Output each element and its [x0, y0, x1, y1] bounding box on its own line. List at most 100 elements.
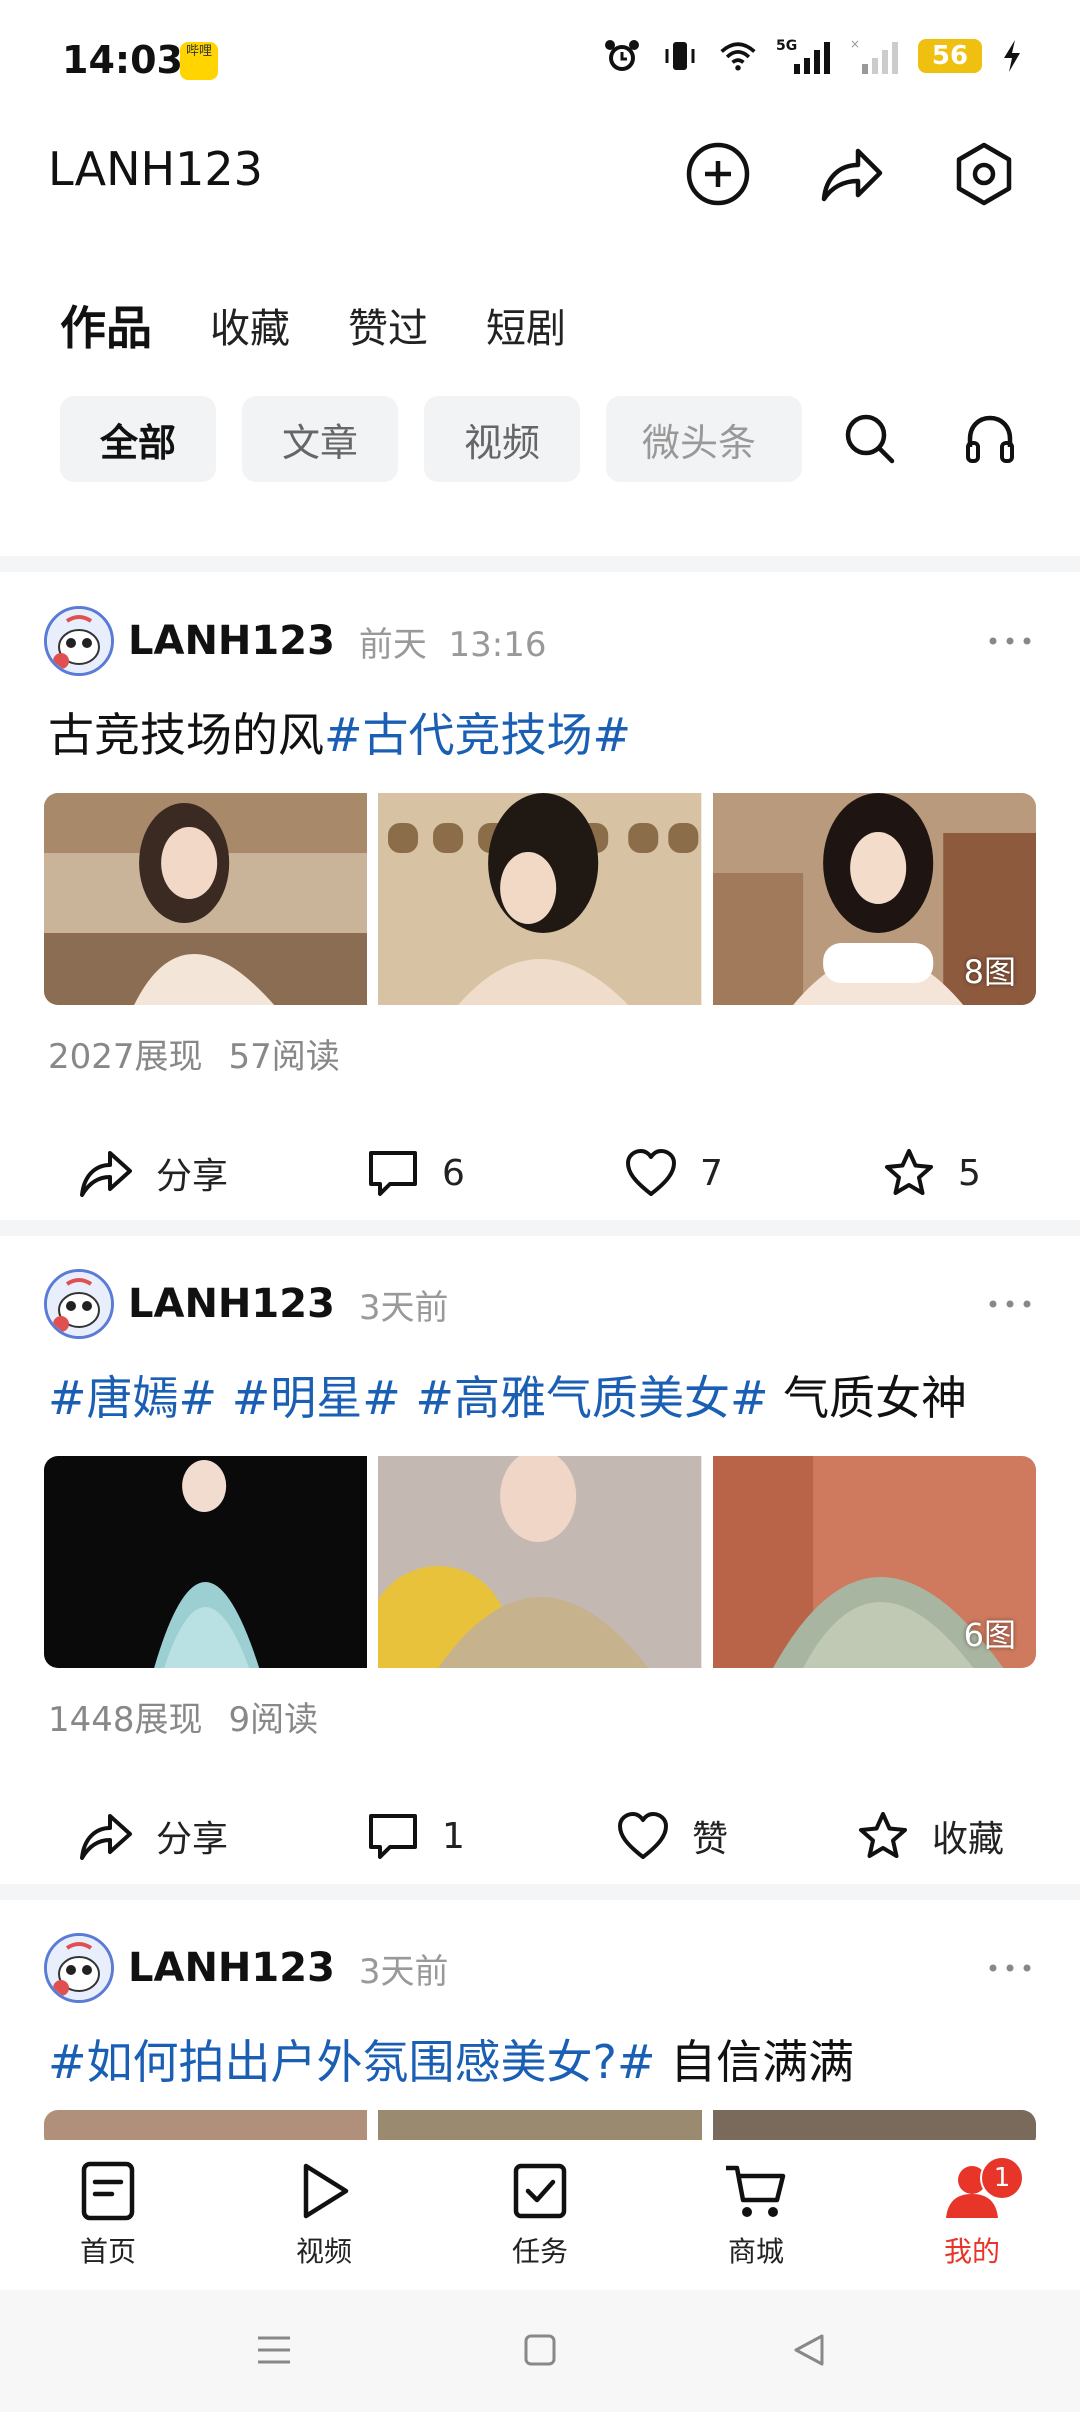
notification-badge: 1 — [980, 2156, 1024, 2200]
post-image[interactable] — [44, 793, 368, 1005]
status-icons: 5G × 56 — [602, 36, 1024, 76]
search-button[interactable] — [840, 409, 900, 469]
alarm-icon — [602, 36, 642, 76]
star-icon — [885, 1149, 933, 1195]
section-divider — [0, 1884, 1080, 1900]
share-button[interactable]: 分享 — [78, 1786, 228, 1886]
post-card[interactable]: LANH123 3天前 #唐嫣# #明星# #高雅气质美女# 气质女神 6图 1… — [0, 1266, 1080, 1886]
add-button[interactable] — [682, 138, 754, 210]
post-header: LANH123 3天前 — [44, 1930, 449, 2006]
content-tabs: 作品 收藏 赞过 短剧 — [0, 280, 1080, 370]
nav-home[interactable]: 首页 — [38, 2160, 178, 2270]
post-image[interactable] — [378, 2110, 702, 2140]
post-image[interactable]: 6图 — [712, 1456, 1036, 1668]
share-arrow-icon — [80, 1814, 132, 1860]
post-image[interactable]: 8图 — [712, 793, 1036, 1005]
more-button[interactable] — [980, 1284, 1040, 1324]
listen-button[interactable] — [960, 409, 1020, 469]
tab-liked[interactable]: 赞过 — [348, 296, 428, 354]
favorite-button[interactable]: 收藏 — [856, 1786, 1004, 1886]
post-image[interactable] — [378, 1456, 702, 1668]
share-arrow-icon — [821, 148, 883, 202]
more-button[interactable] — [980, 621, 1040, 661]
post-header: LANH123 前天 13:16 — [44, 603, 547, 679]
post-username[interactable]: LANH123 — [128, 1281, 335, 1327]
filter-articles[interactable]: 文章 — [242, 396, 398, 482]
nav-profile[interactable]: 1 我的 — [902, 2156, 1042, 2270]
section-divider — [0, 556, 1080, 572]
section-divider — [0, 1220, 1080, 1236]
more-dots-icon — [989, 1964, 1031, 1972]
image-count: 8图 — [963, 953, 1016, 991]
post-image[interactable] — [44, 1456, 368, 1668]
favorite-button[interactable]: 5 — [882, 1123, 981, 1223]
post-image-grid — [44, 2110, 1036, 2140]
more-dots-icon — [989, 1300, 1031, 1308]
tab-short-drama[interactable]: 短剧 — [486, 296, 566, 354]
post-card[interactable]: LANH123 3天前 #如何拍出户外氛围感美女?# 自信满满 — [0, 1930, 1080, 2140]
back-triangle-icon — [794, 2334, 824, 2366]
more-button[interactable] — [980, 1948, 1040, 1988]
post-actions: 分享 6 7 5 — [0, 1123, 1080, 1223]
battery-indicator: 56 — [918, 39, 982, 73]
headphones-icon — [966, 415, 1014, 463]
recent-apps-button[interactable] — [244, 2320, 304, 2380]
heart-icon — [626, 1149, 676, 1196]
menu-icon — [258, 2336, 290, 2364]
nav-tasks[interactable]: 任务 — [470, 2160, 610, 2270]
image-count: 6图 — [963, 1616, 1016, 1654]
post-image[interactable] — [712, 2110, 1036, 2140]
svg-text:5G: 5G — [776, 38, 797, 54]
post-username[interactable]: LANH123 — [128, 1945, 335, 1991]
settings-hexagon-icon — [956, 142, 1012, 206]
post-stats: 1448展现 9阅读 — [48, 1700, 319, 1740]
avatar[interactable] — [44, 606, 114, 676]
post-image[interactable] — [44, 2110, 368, 2140]
like-button[interactable]: 赞 — [616, 1786, 728, 1886]
post-image-grid: 8图 — [44, 793, 1036, 1005]
comment-icon — [369, 1814, 417, 1859]
like-button[interactable]: 7 — [624, 1123, 723, 1223]
home-button[interactable] — [510, 2320, 570, 2380]
post-card[interactable]: LANH123 前天 13:16 古竞技场的风#古代竞技场# 8图 2027展现… — [0, 603, 1080, 1223]
hashtag-link[interactable]: #古代竞技场# — [324, 708, 631, 762]
app-notification-icon: 哔哩 — [180, 42, 218, 80]
system-navigation-bar — [0, 2290, 1080, 2412]
comment-button[interactable]: 1 — [366, 1786, 465, 1886]
status-bar: 14:03 哔哩 5G × 56 — [0, 0, 1080, 120]
avatar[interactable] — [44, 1269, 114, 1339]
page-title: LANH123 — [48, 142, 263, 196]
post-title[interactable]: #唐嫣# #明星# #高雅气质美女# 气质女神 — [48, 1362, 967, 1428]
settings-button[interactable] — [948, 138, 1020, 210]
star-icon — [859, 1812, 907, 1858]
avatar[interactable] — [44, 1933, 114, 2003]
filter-all[interactable]: 全部 — [60, 396, 216, 482]
hashtag-link[interactable]: #唐嫣# #明星# #高雅气质美女# — [48, 1371, 769, 1425]
post-time: 3天前 — [358, 1287, 449, 1328]
nav-mall[interactable]: 商城 — [686, 2160, 826, 2270]
search-icon — [845, 414, 895, 464]
tab-works[interactable]: 作品 — [60, 292, 152, 358]
post-image[interactable] — [378, 793, 702, 1005]
post-username[interactable]: LANH123 — [128, 618, 335, 664]
share-profile-button[interactable] — [816, 138, 888, 210]
post-title[interactable]: 古竞技场的风#古代竞技场# — [48, 699, 631, 765]
charging-icon — [1000, 36, 1024, 76]
filter-videos[interactable]: 视频 — [424, 396, 580, 482]
nav-video[interactable]: 视频 — [254, 2160, 394, 2270]
plus-circle-icon — [686, 142, 750, 206]
play-icon — [303, 2163, 349, 2219]
home-doc-icon — [81, 2161, 135, 2221]
signal-weak-icon: × — [850, 36, 900, 76]
back-button[interactable] — [780, 2320, 840, 2380]
hashtag-link[interactable]: #如何拍出户外氛围感美女?# — [48, 2035, 656, 2089]
signal-5g-icon: 5G — [776, 36, 832, 76]
filter-micro-posts[interactable]: 微头条 — [606, 396, 802, 482]
tab-favorites[interactable]: 收藏 — [210, 296, 290, 354]
task-check-icon — [513, 2163, 567, 2219]
svg-text:×: × — [850, 37, 860, 51]
post-time: 3天前 — [358, 1951, 449, 1992]
share-button[interactable]: 分享 — [78, 1123, 228, 1223]
post-title[interactable]: #如何拍出户外氛围感美女?# 自信满满 — [48, 2026, 854, 2092]
comment-button[interactable]: 6 — [366, 1123, 465, 1223]
